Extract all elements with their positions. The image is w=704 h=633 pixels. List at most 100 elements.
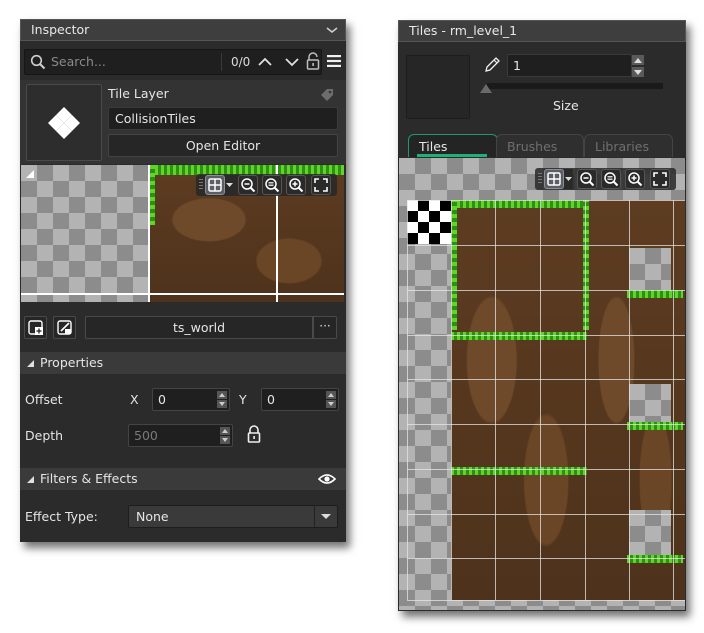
tab-libraries[interactable]: Libraries xyxy=(584,134,673,157)
empty-tile xyxy=(629,248,671,292)
fullscreen-button[interactable] xyxy=(311,175,331,195)
zoom-out-button[interactable] xyxy=(577,169,597,189)
chevron-down-icon[interactable] xyxy=(283,53,301,71)
grid-line xyxy=(629,200,630,600)
preview-toolbar xyxy=(196,174,337,196)
grid-line xyxy=(407,558,685,559)
offset-y-label: Y xyxy=(239,392,247,407)
edit-tileset-icon xyxy=(57,320,72,335)
tab-tiles[interactable]: Tiles xyxy=(408,134,498,157)
grid-line xyxy=(407,424,685,425)
lock-icon[interactable] xyxy=(247,425,261,443)
offset-y-spinner[interactable] xyxy=(326,391,336,408)
open-editor-button[interactable]: Open Editor xyxy=(108,134,338,157)
effect-type-select[interactable]: None xyxy=(128,505,338,528)
zoom-in-icon xyxy=(628,172,643,187)
tileset-name-field[interactable]: ts_world xyxy=(85,316,313,339)
grid-line xyxy=(407,290,685,291)
grid-options-dropdown[interactable] xyxy=(564,169,573,189)
zoom-out-button[interactable] xyxy=(238,175,258,195)
tileset-canvas[interactable] xyxy=(399,158,685,610)
depth-input[interactable]: 500 xyxy=(128,424,233,447)
grid-line xyxy=(148,165,150,302)
grid-line xyxy=(673,200,674,600)
offset-x-label: X xyxy=(130,392,139,407)
properties-section-header[interactable]: Properties xyxy=(20,352,346,374)
tileset-preview[interactable] xyxy=(21,165,344,302)
unlock-icon[interactable] xyxy=(306,52,320,70)
offset-x-spinner[interactable] xyxy=(217,391,227,408)
zoom-reset-button[interactable] xyxy=(601,169,621,189)
inspector-title: Inspector xyxy=(31,22,90,37)
grid-icon xyxy=(547,172,561,186)
grid-line xyxy=(495,200,496,600)
offset-x-value: 0 xyxy=(158,392,166,407)
effect-type-value: None xyxy=(136,509,169,524)
grid-icon xyxy=(208,178,222,192)
inspector-panel: Inspector Search... 0/0 Tile Layer Colli… xyxy=(20,19,346,542)
tiles-tab-bar: Tiles Brushes Libraries xyxy=(398,134,686,160)
tile-layer-icon xyxy=(48,107,80,139)
grid-toggle-button[interactable] xyxy=(544,169,564,189)
zoom-out-icon xyxy=(241,178,256,193)
eye-icon[interactable] xyxy=(318,473,336,485)
grid-line xyxy=(407,379,685,380)
chevron-down-icon[interactable] xyxy=(325,23,339,37)
chevron-up-icon[interactable] xyxy=(256,53,274,71)
layer-name-input[interactable]: CollisionTiles xyxy=(108,107,338,130)
search-input[interactable]: Search... xyxy=(51,54,106,69)
grass-edge xyxy=(583,200,589,330)
zoom-in-button[interactable] xyxy=(286,175,306,195)
depth-spinner[interactable] xyxy=(220,427,230,444)
new-tileset-button[interactable] xyxy=(24,316,47,339)
grid-line xyxy=(407,600,685,601)
search-match-count: 0/0 xyxy=(231,55,251,69)
drag-handle[interactable] xyxy=(538,173,542,185)
collapse-triangle-icon xyxy=(27,360,34,367)
tileset-toolbar xyxy=(535,168,676,190)
tileset-selector: ts_world ··· xyxy=(24,316,342,340)
inspector-titlebar: Inspector xyxy=(20,19,346,41)
offset-label: Offset xyxy=(25,392,63,407)
tiles-panel-title: Tiles - rm_level_1 xyxy=(409,23,518,38)
brush-size-spinner[interactable] xyxy=(632,55,644,77)
brush-size-slider-handle[interactable] xyxy=(480,84,492,93)
menu-icon[interactable] xyxy=(327,55,341,67)
caret-down-icon xyxy=(226,183,233,187)
properties-section-label: Properties xyxy=(40,355,104,370)
grid-options-dropdown[interactable] xyxy=(225,175,234,195)
fullscreen-icon xyxy=(653,172,667,186)
brush-preview xyxy=(406,55,470,119)
eraser-tile[interactable] xyxy=(407,200,451,244)
offset-x-input[interactable]: 0 xyxy=(152,388,230,411)
offset-y-value: 0 xyxy=(267,392,275,407)
zoom-reset-icon xyxy=(265,178,280,193)
drag-handle[interactable] xyxy=(199,179,203,191)
zoom-in-button[interactable] xyxy=(625,169,645,189)
tiles-titlebar: Tiles - rm_level_1 xyxy=(398,20,686,42)
filters-section-header[interactable]: Filters & Effects xyxy=(20,468,346,490)
edit-tileset-button[interactable] xyxy=(53,316,76,339)
zoom-reset-button[interactable] xyxy=(262,175,282,195)
filters-section-label: Filters & Effects xyxy=(40,471,138,486)
tileset-browse-button[interactable]: ··· xyxy=(313,316,337,339)
fullscreen-button[interactable] xyxy=(650,169,670,189)
brush-size-slider[interactable] xyxy=(487,83,663,89)
tag-icon[interactable] xyxy=(320,88,334,102)
size-label: Size xyxy=(553,98,579,113)
search-bar[interactable]: Search... 0/0 xyxy=(24,49,322,75)
dirt-block xyxy=(451,200,587,600)
dropdown-arrow-icon[interactable] xyxy=(314,506,337,527)
grid-line xyxy=(407,469,685,470)
fullscreen-icon xyxy=(314,178,328,192)
grass-edge xyxy=(627,290,683,298)
depth-value: 500 xyxy=(134,428,158,443)
new-tileset-icon xyxy=(28,320,43,335)
tab-brushes[interactable]: Brushes xyxy=(496,134,584,157)
brush-size-input[interactable]: 1 xyxy=(507,54,632,77)
grid-line xyxy=(585,200,586,600)
brush-size-value: 1 xyxy=(513,58,521,73)
offset-y-input[interactable]: 0 xyxy=(261,388,339,411)
grass-edge xyxy=(451,200,587,208)
grid-toggle-button[interactable] xyxy=(205,175,225,195)
